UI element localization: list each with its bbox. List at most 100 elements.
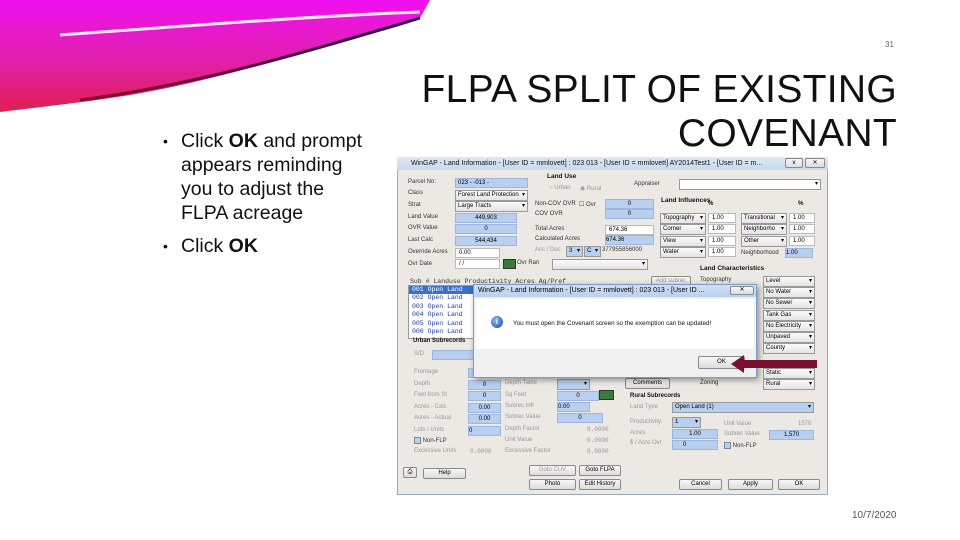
urban-radio[interactable]: ○ Urban [549,185,571,191]
urban-field-label: Feet from St [414,392,448,398]
excessive-units-label: Excessive Units [414,448,457,454]
goto-flpa-button[interactable]: Goto FLPA [579,465,621,476]
influence-value-input[interactable]: 1.00 [708,235,736,246]
percent-label: % [708,201,714,207]
characteristic-dropdown[interactable]: Rural [763,379,815,390]
urban-field-label: Depth [414,380,431,387]
calc-acres-field: 674.36 [605,235,654,245]
ovr-checkbox[interactable]: ☐ Ovr [579,201,596,208]
minimize-button[interactable]: ∨ [785,158,803,168]
productivity-label: Productivity [630,419,662,425]
characteristic-dropdown[interactable]: No Sewer [763,298,815,310]
influence-value-input[interactable]: 1.00 [708,224,736,235]
calculator-icon[interactable] [599,390,614,400]
r-unit-value-label: Unit Value [724,421,752,427]
appraiser-dropdown[interactable] [679,179,821,190]
characteristic-dropdown[interactable]: County [763,343,815,355]
influence-dropdown[interactable]: Corner [660,224,706,236]
influence-dropdown[interactable]: Neighborho [741,224,787,236]
acc-dropdown[interactable]: 3 [566,246,583,257]
influence-value-input[interactable]: 1.00 [708,213,736,223]
bullet-bold: OK [228,235,258,257]
land-value-label: Land Value [408,214,438,220]
influence-dropdown[interactable]: Transitional [741,213,787,224]
goto-cuv-button[interactable]: Goto CUV [529,465,576,476]
parcel-no-field: 023 - -013 - [455,178,528,188]
ovr-date-input[interactable]: / / [455,259,500,269]
influence-value-input[interactable]: 1.00 [708,246,736,257]
influence-value-input[interactable]: 1.00 [789,224,815,235]
title-line-1: FLPA SPLIT OF EXISTING [421,68,897,111]
parcel-no-label: Parcel No: [408,179,437,185]
subrec-value-label: Subrec Value [505,414,541,420]
strat-dropdown[interactable]: Large Tracts [455,201,528,212]
help-button[interactable]: Help [423,468,466,479]
urban-subrecords-label: Urban Subrecords [413,338,466,344]
neighborhood-field: 1.00 [785,248,813,258]
override-acres-input[interactable]: 0.00 [455,248,500,258]
dec-dropdown[interactable]: C [584,246,601,257]
urban-field-label: Frontage [414,369,439,375]
ovr-checkbox-label: Ovr [586,202,596,208]
ovr-value-field: 0 [455,224,517,234]
bullet-text: Click [181,130,229,152]
neighborhood-label: Neighborhood [741,250,779,256]
percent-label: % [798,201,804,207]
ovr-date-label: Ovr Date [408,261,433,267]
urban-field-label: Acres - Calc [414,403,447,410]
r-non-flp-checkbox[interactable]: Non-FLP [724,442,757,449]
sq-feet-label: Sq Feet [505,392,527,398]
r-subrec-value-field: 1,570 [769,430,814,440]
decorative-swoosh [0,0,430,112]
print-icon[interactable]: ⎙ [403,467,417,478]
photo-button[interactable]: Photo [529,479,576,490]
last-calc-field: 544,434 [455,236,517,246]
characteristic-dropdown[interactable]: Tank Gas [763,309,815,321]
class-label: Class [408,190,424,196]
non-cov-ovr-field: 0 [605,199,654,209]
cancel-button[interactable]: Cancel [679,479,722,490]
non-cov-ovr-label: Non-COV OVR [535,201,576,207]
influence-dropdown[interactable]: Water [660,246,706,258]
r-non-flp-label: Non-FLP [732,443,757,450]
ok-button[interactable]: OK [778,479,820,490]
bullet-text: Click [181,235,229,257]
total-acres-input[interactable]: 674.36 [605,225,654,235]
rural-radio[interactable]: ◉ Rural [580,185,601,192]
ovr-ran-dropdown[interactable] [552,259,648,270]
influence-value-input[interactable]: 1.00 [789,235,815,246]
calendar-icon[interactable] [503,259,516,269]
characteristic-dropdown[interactable]: Level [763,276,815,287]
urban-field-value: 0.00 [468,402,501,413]
influence-dropdown[interactable]: Other [741,235,787,247]
influence-dropdown[interactable]: View [660,235,706,247]
land-type-label: Land Type [630,404,658,410]
unit-value-value: 0.0000 [587,437,609,444]
close-icon[interactable]: ✕ [805,158,825,168]
slide-date: 10/7/2020 [852,510,897,521]
land-type-dropdown[interactable]: Open Land (1) [672,402,814,413]
non-flp-checkbox[interactable]: Non-FLP [414,437,447,444]
characteristic-dropdown[interactable]: No Water [763,287,815,299]
urban-field-value: 0 [468,391,501,401]
excessive-factor-label: Excessive Factor [505,448,551,454]
influence-value-input[interactable]: 1.00 [789,213,815,223]
influence-dropdown[interactable]: Topography [660,213,706,224]
title-line-2: COVENANT [677,112,897,155]
calc-acres-label: Calculated Acres [535,236,581,242]
apply-button[interactable]: Apply [728,479,773,490]
zoning-label: Zoning [700,380,719,386]
sq-feet-field: 0 [557,391,599,401]
comments-button[interactable]: Comments [625,378,670,389]
depth-table-dropdown[interactable] [557,379,590,390]
characteristic-dropdown[interactable]: No Electricity [763,320,815,332]
depth-factor-label: Depth Factor [505,426,540,432]
land-characteristics-label: Land Characteristics [700,265,765,272]
edit-history-button[interactable]: Edit History [579,479,621,490]
class-dropdown[interactable]: Forest Land Protection [455,190,528,201]
sd-label: S/D [414,351,425,357]
dialog-close-icon[interactable]: ✕ [730,286,754,295]
productivity-dropdown[interactable]: 1 [672,417,701,428]
characteristic-dropdown[interactable]: Unpaved [763,332,815,343]
unit-value-label: Unit Value [505,437,533,443]
